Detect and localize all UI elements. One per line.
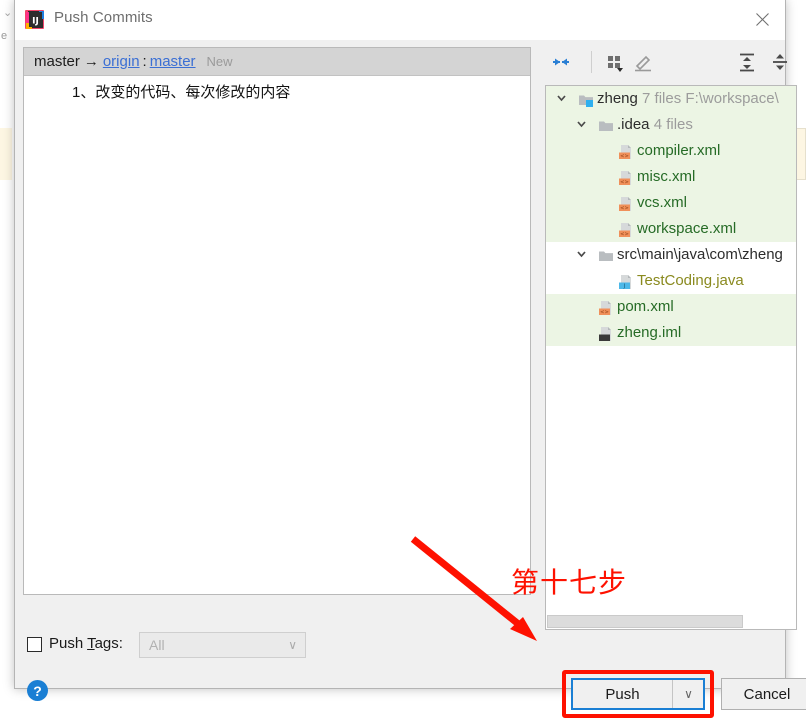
header-separator: : — [142, 53, 147, 70]
file-tree-row-name: vcs.xml — [637, 194, 687, 211]
file-tree-row[interactable]: <> workspace.xml — [546, 216, 796, 242]
svg-text:IJ: IJ — [32, 17, 39, 27]
file-tree-row[interactable]: .idea 4 files — [546, 112, 796, 138]
file-tree-row-path: F:\workspace\ — [681, 90, 779, 107]
push-commits-dialog: IJ Push Commits master → origin : master… — [14, 0, 806, 718]
file-tree-row-label: compiler.xml — [637, 138, 720, 164]
chevron-down-icon[interactable] — [574, 112, 588, 138]
new-branch-badge: New — [206, 54, 233, 69]
folder-icon — [598, 117, 614, 133]
close-icon[interactable] — [739, 0, 785, 39]
file-tree-row-name: src\main\java\com\zheng — [617, 246, 783, 263]
file-tree-row-count: 7 files — [637, 90, 682, 107]
file-tree-row-name: compiler.xml — [637, 142, 721, 159]
xml-file-icon: <> — [618, 221, 634, 238]
xml-file-icon: <> — [618, 195, 634, 212]
iml-file-icon — [598, 325, 614, 341]
push-tags-label-post: ags: — [94, 635, 123, 652]
expand-all-icon[interactable] — [735, 50, 759, 74]
push-tags-label: Push Tags: — [49, 635, 123, 652]
push-tags-value: All — [149, 637, 165, 653]
dialog-title: Push Commits — [54, 9, 153, 26]
svg-text:<>: <> — [620, 180, 629, 186]
file-tree-horizontal-scrollbar[interactable] — [547, 615, 743, 628]
push-tags-label-pre: Push — [49, 635, 88, 652]
chevron-down-icon[interactable] — [554, 86, 568, 112]
remote-branch-link[interactable]: master — [150, 53, 196, 70]
toolbar-divider — [591, 51, 592, 73]
file-tree-toolbar — [545, 48, 787, 78]
background-tan-strip-left — [0, 128, 12, 180]
file-tree-row-label: misc.xml — [637, 164, 695, 190]
file-tree-row-label: pom.xml — [617, 294, 674, 320]
background-caret-glyph: ⌄ — [3, 7, 13, 19]
file-tree-row[interactable]: J TestCoding.java — [546, 268, 796, 294]
chevron-down-icon[interactable] — [574, 242, 588, 268]
file-tree-row-label: zheng 7 files F:\workspace\ — [597, 86, 779, 112]
svg-text:<>: <> — [620, 206, 629, 212]
push-dropdown-arrow-icon[interactable]: ∨ — [672, 680, 704, 708]
desktop-background-left: ⌄ e — [0, 0, 14, 689]
xml-file-icon: <> — [618, 169, 634, 186]
commit-list-item[interactable]: 1、改变的代码、每次修改的内容 — [24, 76, 530, 102]
edit-icon[interactable] — [631, 50, 655, 74]
file-tree-row-label: vcs.xml — [637, 190, 687, 216]
file-tree-row[interactable]: <> vcs.xml — [546, 190, 796, 216]
file-tree-row-label: workspace.xml — [637, 216, 736, 242]
remote-link[interactable]: origin — [103, 53, 140, 70]
help-button[interactable]: ? — [27, 680, 48, 701]
cancel-button[interactable]: Cancel — [721, 678, 806, 710]
file-tree-row-name: zheng.iml — [617, 324, 682, 341]
svg-text:<>: <> — [620, 232, 629, 238]
push-target-header[interactable]: master → origin : master New — [24, 48, 530, 76]
local-branch-label: master — [34, 53, 80, 70]
module-folder-icon — [578, 91, 594, 107]
file-tree-row-name: misc.xml — [637, 168, 696, 185]
commits-panel: master → origin : master New 1、改变的代码、每次修… — [23, 47, 531, 595]
file-tree-row-name: workspace.xml — [637, 220, 737, 237]
arrow-glyph-icon: → — [83, 53, 99, 70]
collapse-lines-icon[interactable] — [768, 50, 792, 74]
file-tree-row[interactable]: <> pom.xml — [546, 294, 796, 320]
group-by-icon[interactable] — [603, 50, 627, 74]
file-tree-row-label: TestCoding.java — [637, 268, 744, 294]
file-tree-rows: zheng 7 files F:\workspace\ .idea 4 files… — [546, 86, 796, 346]
file-tree-row[interactable]: <> misc.xml — [546, 164, 796, 190]
push-tags-select[interactable]: All ∨ — [139, 632, 306, 658]
file-tree-row-name: pom.xml — [617, 298, 674, 315]
push-button[interactable]: Push ∨ — [571, 678, 705, 710]
push-tags-checkbox[interactable] — [27, 637, 42, 652]
dialog-titlebar: IJ Push Commits — [15, 0, 785, 41]
svg-text:<>: <> — [620, 154, 629, 160]
dialog-content: master → origin : master New 1、改变的代码、每次修… — [15, 40, 806, 718]
background-letter-glyph: e — [1, 30, 8, 42]
chevron-down-icon: ∨ — [288, 638, 297, 652]
svg-text:<>: <> — [600, 310, 609, 316]
xml-file-icon: <> — [618, 143, 634, 160]
annotation-step-label: 第十七步 — [511, 566, 628, 599]
folder-icon — [598, 247, 614, 263]
java-file-icon: J — [618, 273, 634, 290]
file-tree-row-name: TestCoding.java — [637, 272, 744, 289]
file-tree-row-label: src\main\java\com\zheng — [617, 242, 783, 268]
file-tree-row[interactable]: zheng.iml — [546, 320, 796, 346]
file-tree-row[interactable]: src\main\java\com\zheng — [546, 242, 796, 268]
file-tree-row-count: 4 files — [649, 116, 693, 133]
xml-file-icon: <> — [598, 299, 614, 316]
file-tree-row-name: .idea — [617, 116, 650, 133]
file-tree-panel[interactable]: zheng 7 files F:\workspace\ .idea 4 files… — [545, 85, 797, 630]
file-tree-row-name: zheng — [597, 90, 638, 107]
push-button-label: Push — [605, 685, 640, 703]
file-tree-row-label: .idea 4 files — [617, 112, 693, 138]
collapse-all-icon[interactable] — [549, 50, 573, 74]
file-tree-row-label: zheng.iml — [617, 320, 681, 346]
intellij-idea-icon: IJ — [24, 9, 45, 30]
push-tags-label-mnemonic: T — [87, 635, 95, 652]
file-tree-row[interactable]: zheng 7 files F:\workspace\ — [546, 86, 796, 112]
file-tree-row[interactable]: <> compiler.xml — [546, 138, 796, 164]
